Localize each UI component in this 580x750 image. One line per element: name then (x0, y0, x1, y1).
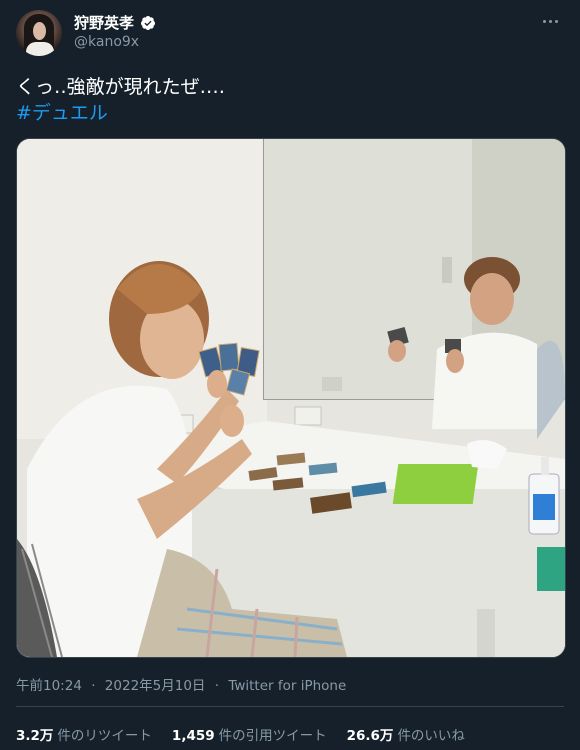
user-handle[interactable]: @kano9x (74, 34, 139, 50)
divider (16, 706, 564, 707)
tweet-source[interactable]: Twitter for iPhone (228, 678, 346, 694)
tweet-header: 狩野英孝 @kano9x (16, 10, 564, 58)
engagement-stats: 3.2万 件のリツイート 1,459 件の引用ツイート 26.6万 件のいいね (16, 724, 465, 744)
tweet-photo[interactable] (16, 138, 566, 658)
meta-separator: · (214, 678, 220, 694)
quotes-count: 1,459 (171, 728, 215, 744)
name-row: 狩野英孝 (74, 12, 156, 33)
tweet-time[interactable]: 午前10:24 (16, 678, 82, 694)
tweet-date[interactable]: 2022年5月10日 (105, 678, 206, 694)
likes-stat[interactable]: 26.6万 件のいいね (347, 724, 465, 744)
avatar[interactable] (16, 10, 62, 56)
meta-separator: · (91, 678, 96, 694)
quotes-stat[interactable]: 1,459 件の引用ツイート (172, 724, 327, 744)
photo-illustration (17, 139, 565, 657)
retweets-count: 3.2万 (16, 728, 54, 744)
display-name[interactable]: 狩野英孝 (74, 12, 134, 33)
verified-badge-icon (140, 15, 156, 31)
retweets-stat[interactable]: 3.2万 件のリツイート (16, 724, 152, 744)
quotes-label: 件の引用ツイート (218, 728, 327, 744)
hashtag-link[interactable]: #デュエル (16, 100, 108, 126)
likes-label: 件のいいね (397, 728, 465, 744)
tweet-text: くっ‥強敵が現れたぜ‥‥ (16, 76, 226, 98)
retweets-label: 件のリツイート (57, 728, 152, 744)
likes-count: 26.6万 (346, 728, 394, 744)
more-options-icon[interactable] (540, 14, 560, 28)
tweet-meta: 午前10:24 · 2022年5月10日 · Twitter for iPhon… (16, 674, 346, 694)
